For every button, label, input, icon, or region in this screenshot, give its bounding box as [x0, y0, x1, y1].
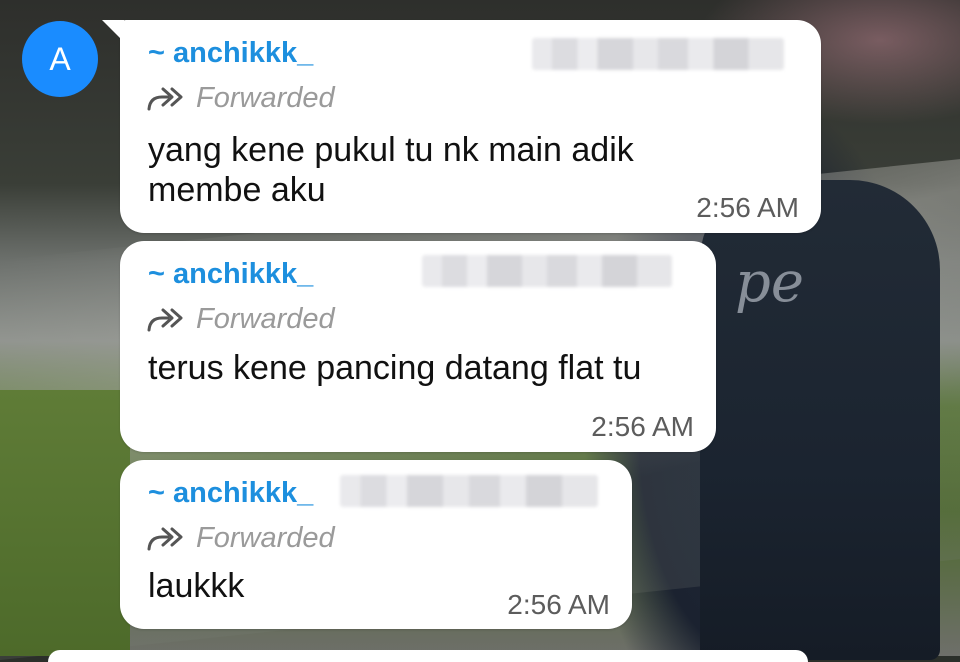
sender-name[interactable]: ~ anchikkk_	[148, 37, 313, 70]
forward-arrow-icon	[147, 527, 183, 550]
next-message-bubble-edge	[48, 650, 808, 662]
sender-name[interactable]: ~ anchikkk_	[148, 258, 313, 291]
message-text: yang kene pukul tu nk main adik membe ak…	[148, 131, 634, 209]
message-time: 2:56 AM	[696, 192, 799, 223]
forwarded-indicator: Forwarded	[146, 82, 335, 115]
forwarded-label: Forwarded	[196, 82, 335, 114]
message-bubble[interactable]: ~ anchikkk_ Forwarded yang kene pukul tu…	[102, 20, 821, 233]
background-shirt-print: pe	[735, 250, 804, 315]
forwarded-indicator: Forwarded	[146, 522, 335, 555]
forward-arrow-icon	[147, 308, 183, 331]
sender-phone-redacted	[532, 38, 784, 70]
message-bubble[interactable]: ~ anchikkk_ Forwarded laukkk 2:56 AM	[120, 460, 632, 629]
avatar[interactable]: A	[22, 21, 98, 97]
sender-phone-redacted	[422, 255, 672, 287]
forwarded-label: Forwarded	[196, 522, 335, 554]
message-text: laukkk	[148, 567, 245, 605]
background-grass	[0, 390, 130, 656]
forwarded-label: Forwarded	[196, 303, 335, 335]
message-text: terus kene pancing datang flat tu	[148, 349, 642, 387]
message-bubble[interactable]: ~ anchikkk_ Forwarded terus kene pancing…	[120, 241, 716, 452]
sender-name[interactable]: ~ anchikkk_	[148, 477, 313, 510]
forward-arrow-icon	[147, 87, 183, 110]
message-time: 2:56 AM	[507, 589, 610, 620]
forwarded-indicator: Forwarded	[146, 303, 335, 336]
bubble-tail	[102, 20, 124, 42]
message-time: 2:56 AM	[591, 411, 694, 442]
sender-phone-redacted	[340, 475, 598, 507]
